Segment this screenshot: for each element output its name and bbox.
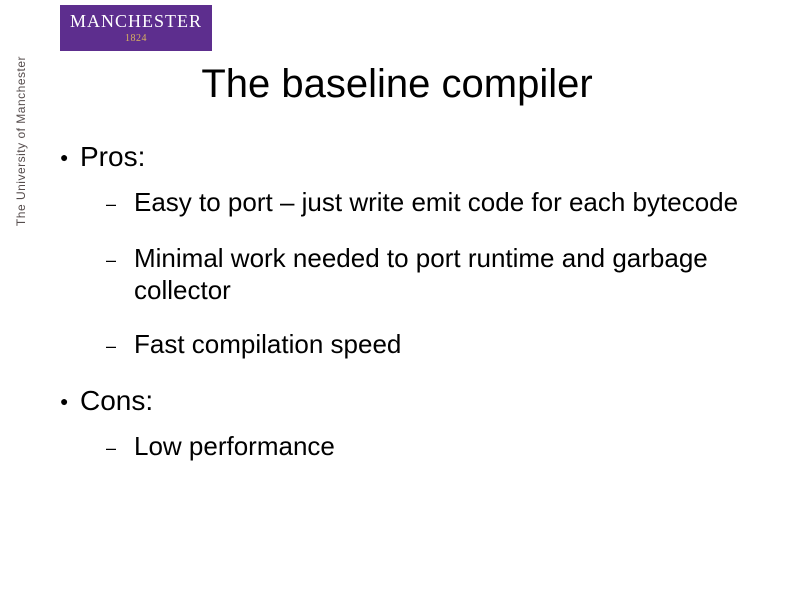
logo-wordmark: MANCHESTER [60,5,212,32]
dash-icon: – [106,186,134,220]
slide-content: ● Pros: – Easy to port – just write emit… [60,140,770,486]
bullet-icon: ● [60,384,80,418]
dash-icon: – [106,430,134,464]
sub-list-item: – Fast compilation speed [106,328,770,362]
list-item-label: Pros: [80,140,145,174]
slide: The University of Manchester MANCHESTER … [0,0,794,595]
dash-icon: – [106,328,134,362]
list-item-label: Cons: [80,384,153,418]
sub-list-item: – Minimal work needed to port runtime an… [106,242,770,306]
list-item: ● Pros: [60,140,770,174]
sub-list-item: – Low performance [106,430,770,464]
sub-list-item: – Easy to port – just write emit code fo… [106,186,770,220]
list-item: ● Cons: [60,384,770,418]
sub-list-item-label: Low performance [134,430,335,462]
slide-title: The baseline compiler [0,62,794,107]
logo-year: 1824 [60,33,212,44]
sub-list: – Easy to port – just write emit code fo… [106,186,770,362]
sub-list: – Low performance [106,430,770,464]
sub-list-item-label: Minimal work needed to port runtime and … [134,242,770,306]
manchester-logo: MANCHESTER 1824 [60,5,212,51]
sub-list-item-label: Easy to port – just write emit code for … [134,186,738,218]
dash-icon: – [106,242,134,276]
bullet-icon: ● [60,140,80,174]
sub-list-item-label: Fast compilation speed [134,328,401,360]
logo-part-a: MANCH [70,11,142,31]
logo-part-c: ER [177,11,202,31]
logo-part-b: EST [142,11,177,31]
